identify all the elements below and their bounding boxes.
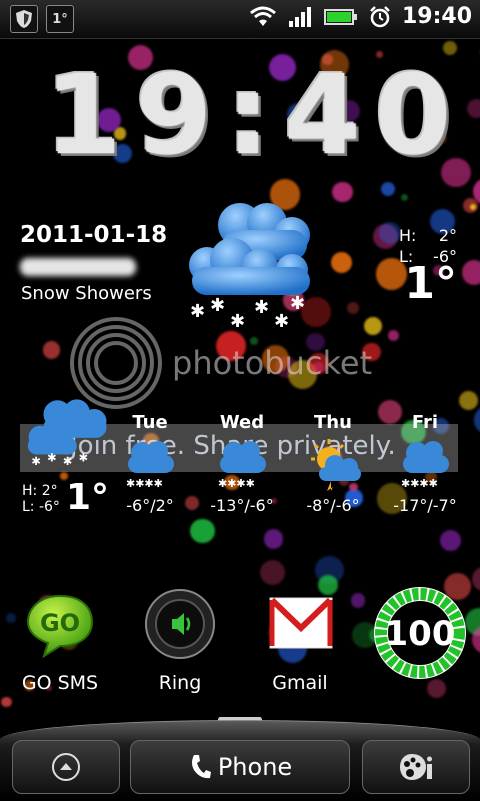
status-bar: 1° 19:40 (0, 0, 480, 39)
svg-text:✱✱✱✱: ✱✱✱✱ (218, 477, 255, 490)
chevron-up-icon (51, 752, 81, 782)
personalize-icon (398, 752, 434, 782)
bokeh-dot (474, 406, 480, 434)
status-time: 19:40 (402, 4, 472, 29)
battery-icon (324, 7, 358, 27)
app-ring[interactable]: Ring (125, 588, 235, 694)
watermark-brand: photobucket (172, 344, 372, 382)
forecast-today-hl: H: 2° L: -6° (22, 483, 60, 515)
app-gmail[interactable]: Gmail (245, 588, 355, 694)
go-sms-icon: GO (24, 588, 96, 660)
bokeh-dot (43, 341, 60, 358)
snow-cloud-icon: ✱ ✱ ✱ ✱ (18, 395, 118, 465)
app-drawer-button[interactable] (12, 740, 120, 794)
svg-text:✱: ✱ (290, 293, 305, 314)
bokeh-dot (470, 204, 476, 210)
alarm-clock-icon (368, 5, 392, 29)
bokeh-dot (472, 567, 480, 591)
app-label: GO SMS (5, 672, 115, 694)
forecast-day-temps: -17°/-7° (383, 496, 467, 515)
sun-cloud-icon (301, 437, 365, 492)
phone-label: Phone (218, 753, 292, 781)
gmail-icon (264, 588, 336, 660)
phone-icon (188, 753, 212, 781)
personalize-button[interactable] (362, 740, 470, 794)
blurred-location (20, 258, 136, 276)
bokeh-dot (401, 194, 408, 201)
battery-ring-icon: 100 (370, 583, 470, 683)
forecast-day-name: Fri (383, 412, 467, 433)
wifi-icon (248, 6, 278, 28)
phone-button[interactable]: Phone (130, 740, 350, 794)
forecast-today-high: H: 2° (22, 483, 60, 499)
forecast-day-wed[interactable]: Wed ✱✱✱✱ -13°/-6° (200, 412, 284, 515)
svg-text:✱: ✱ (63, 454, 73, 465)
app-label: Ring (125, 672, 235, 694)
bokeh-dot (388, 330, 399, 341)
svg-text:✱: ✱ (31, 454, 41, 465)
svg-text:✱: ✱ (47, 451, 57, 465)
svg-text:✱✱✱✱: ✱✱✱✱ (401, 477, 438, 490)
app-label: Gmail (245, 672, 355, 694)
forecast-day-temps: -13°/-6° (200, 496, 284, 515)
bokeh-dot (467, 99, 480, 118)
bokeh-dot (264, 529, 283, 548)
bokeh-dot (331, 252, 352, 273)
high-label: H: (399, 225, 416, 246)
snow-icon: ✱✱✱✱ (118, 437, 182, 492)
forecast-day-fri[interactable]: Fri ✱✱✱✱ -17°/-7° (383, 412, 467, 515)
weather-notification-temp: 1° (52, 12, 68, 27)
svg-text:✱✱✱✱: ✱✱✱✱ (126, 477, 163, 490)
snow-cloud-icon[interactable]: ✱✱✱ ✱✱✱ (182, 195, 322, 330)
current-temp: 1° (404, 258, 457, 309)
forecast-day-thu[interactable]: Thu -8°/-6° (291, 412, 375, 515)
snow-icon: ✱✱✱✱ (393, 437, 457, 492)
battery-widget[interactable]: 100 (370, 583, 470, 683)
battery-value: 100 (385, 614, 456, 654)
clock-widget[interactable]: 19:40 (45, 60, 455, 170)
weather-date: 2011-01-18 (20, 222, 167, 248)
svg-text:✱: ✱ (79, 451, 89, 465)
forecast-day-name: Thu (291, 412, 375, 433)
forecast-day-tue[interactable]: Tue ✱✱✱✱ -6°/2° (108, 412, 192, 515)
snow-icon: ✱✱✱✱ (210, 437, 274, 492)
forecast-day-name: Wed (200, 412, 284, 433)
bokeh-dot (347, 302, 359, 314)
speaker-icon (144, 588, 216, 660)
weather-notification-icon[interactable]: 1° (46, 5, 74, 33)
forecast-today-low: L: -6° (22, 499, 60, 515)
svg-text:✱: ✱ (210, 295, 225, 316)
forecast-day-name: Tue (108, 412, 192, 433)
app-go-sms[interactable]: GO GO SMS (5, 588, 115, 694)
weather-condition: Snow Showers (21, 283, 152, 304)
go-sms-badge: GO (40, 609, 80, 637)
bokeh-dot (190, 519, 215, 544)
forecast-today[interactable]: ✱ ✱ ✱ ✱ H: 2° L: -6° 1° (18, 395, 118, 520)
high-value: 2° (439, 225, 457, 246)
bokeh-dot (462, 260, 480, 284)
shield-notification-icon[interactable] (10, 5, 38, 33)
signal-icon (288, 6, 314, 28)
forecast-today-temp: 1° (66, 477, 109, 518)
bokeh-dot (459, 391, 478, 410)
bokeh-dot (1, 697, 11, 707)
forecast-day-temps: -8°/-6° (291, 496, 375, 515)
bokeh-dot (332, 182, 352, 202)
bokeh-dot (381, 182, 395, 196)
bokeh-dot (260, 560, 285, 585)
bokeh-dot (440, 530, 461, 551)
forecast-day-temps: -6°/2° (108, 496, 192, 515)
